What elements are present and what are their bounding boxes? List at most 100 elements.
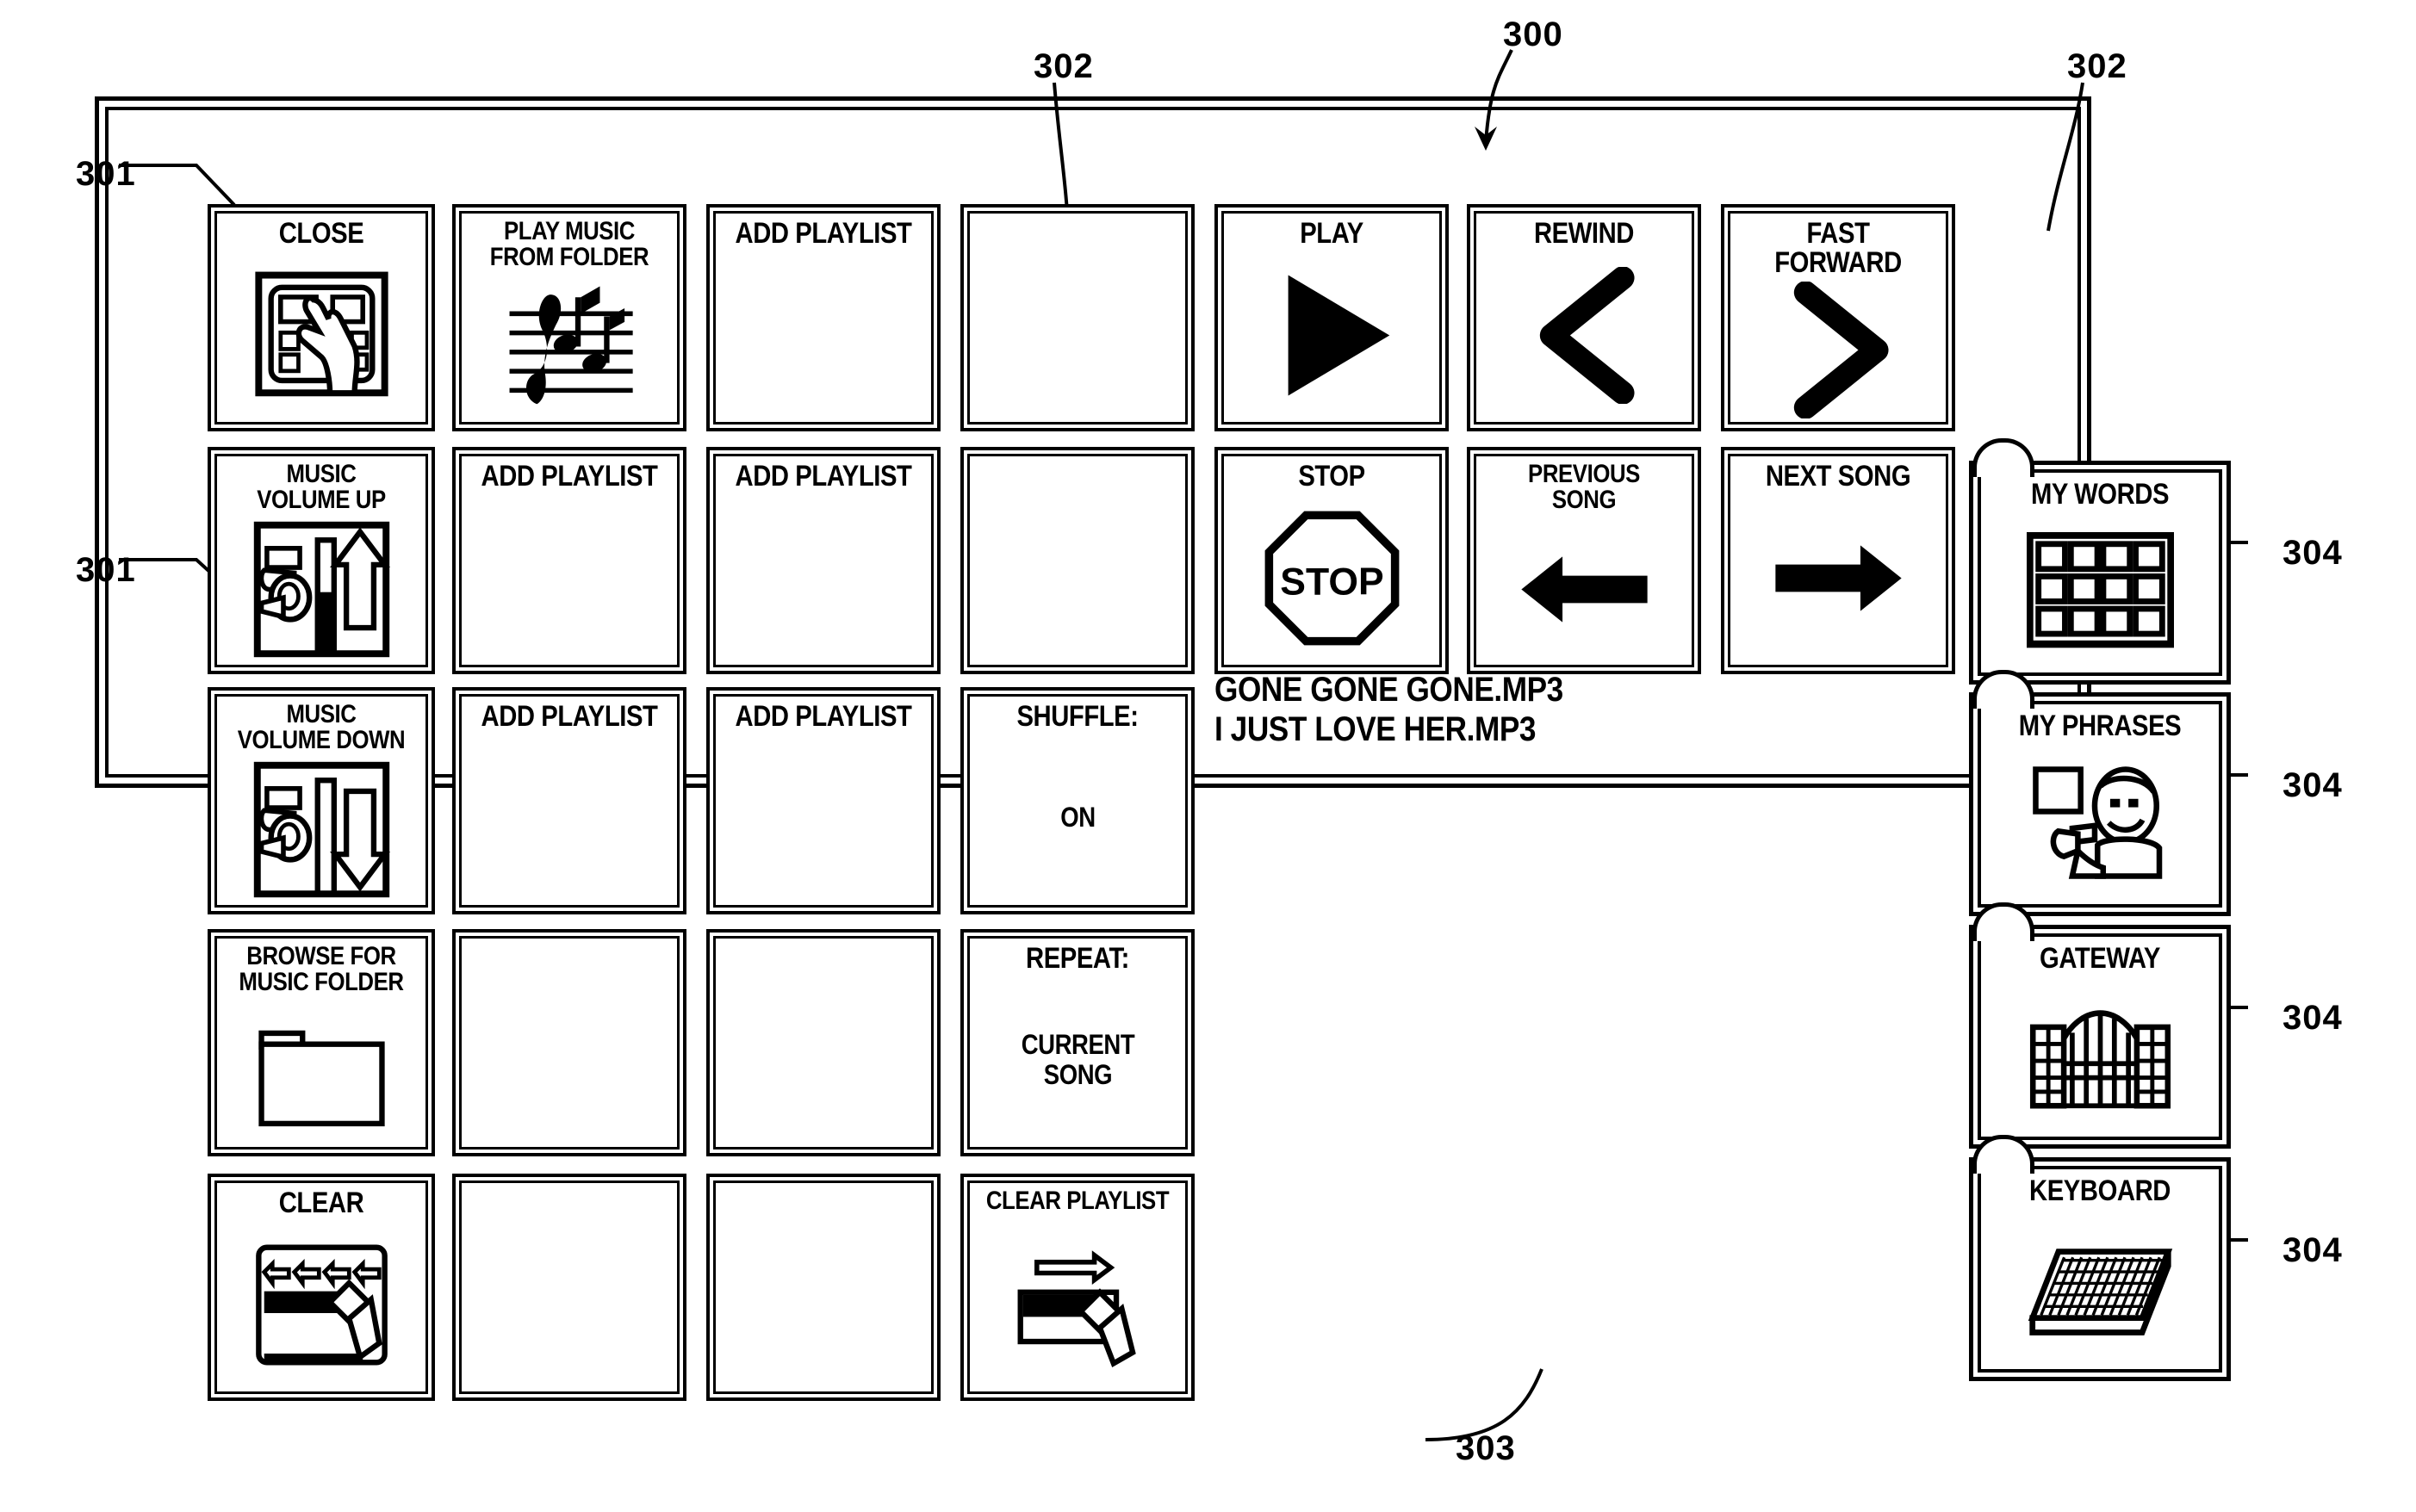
grid-cell-label: PLAY MUSIC FROM FOLDER xyxy=(489,217,649,271)
grid-cell-previous-song[interactable]: PREVIOUS SONG xyxy=(1467,447,1701,674)
svg-text:STOP: STOP xyxy=(1280,561,1383,603)
arrow-right-icon xyxy=(1774,544,1902,611)
grid-cell-label: MUSIC VOLUME UP xyxy=(257,460,386,514)
grid-cell-add-playlist[interactable]: ADD PLAYLIST xyxy=(452,447,686,674)
grid-cell-blank-r1-c4[interactable] xyxy=(960,204,1195,431)
side-tab-icon-wrap xyxy=(1981,509,2219,672)
volume-up-slider-icon xyxy=(253,521,390,657)
grid-cell-fast-forward[interactable]: FAST FORWARD xyxy=(1721,204,1955,431)
grid-cell-value: CURRENT SONG xyxy=(1021,1028,1134,1090)
grid-cell-label: REPEAT: xyxy=(1026,942,1129,975)
grid-cell-blank-r5-c3[interactable] xyxy=(706,1174,941,1401)
play-triangle-icon xyxy=(1288,275,1389,395)
tab-notch-shape xyxy=(1972,438,2034,477)
grid-cell-music-volume-up[interactable]: MUSIC VOLUME UP xyxy=(208,447,435,674)
grid-cell-next-song[interactable]: NEXT SONG xyxy=(1721,447,1955,674)
reference-numeral-304-6: 304 xyxy=(2282,766,2343,804)
side-tab-icon-wrap xyxy=(1981,973,2219,1137)
grid-cell-icon-wrap xyxy=(970,1214,1185,1391)
chevron-right-icon xyxy=(1793,281,1889,418)
grid-cell-icon-wrap xyxy=(1476,248,1692,422)
person-speaking-icon xyxy=(2032,765,2162,879)
chevron-left-icon xyxy=(1539,266,1635,404)
playlist-item[interactable]: GONE GONE GONE.MP3 xyxy=(1214,670,1563,710)
tab-body: GATEWAY xyxy=(1969,925,2231,1149)
grid-cell-label: ADD PLAYLIST xyxy=(481,460,658,493)
grid-cell-label: ADD PLAYLIST xyxy=(735,217,912,250)
grid-cell-icon-wrap xyxy=(1476,513,1692,665)
grid-cell-music-volume-down[interactable]: MUSIC VOLUME DOWN xyxy=(208,687,435,914)
reference-numeral-301-3: 301 xyxy=(76,155,136,193)
grid-cell-add-playlist[interactable]: ADD PLAYLIST xyxy=(706,687,941,914)
grid-cell-label: ADD PLAYLIST xyxy=(735,700,912,733)
stop-sign-icon: STOP xyxy=(1264,511,1399,645)
side-tab-label: MY PHRASES xyxy=(2018,710,2182,742)
grid-cell-repeat[interactable]: REPEAT: CURRENT SONG xyxy=(960,929,1195,1156)
grid-cell-label: ADD PLAYLIST xyxy=(481,700,658,733)
tab-notch-shape xyxy=(1972,902,2034,941)
grid-cell-label: NEXT SONG xyxy=(1765,460,1911,493)
tab-body: MY WORDS xyxy=(1969,461,2231,685)
reference-numeral-301-4: 301 xyxy=(76,551,136,589)
grid-cell-blank-r4-c2[interactable] xyxy=(452,929,686,1156)
side-tab-gateway[interactable]: GATEWAY xyxy=(1969,902,2231,1149)
grid-cell-label: STOP xyxy=(1298,460,1365,493)
grid-cell-play-music-from-folder[interactable]: PLAY MUSIC FROM FOLDER xyxy=(452,204,686,431)
side-tab-label: KEYBOARD xyxy=(2029,1174,2171,1207)
grid-cell-label: SHUFFLE: xyxy=(1016,700,1139,733)
grid-cell-add-playlist[interactable]: ADD PLAYLIST xyxy=(706,204,941,431)
grid-cell-clear[interactable]: CLEAR xyxy=(208,1174,435,1401)
eraser-forward-arrow-icon xyxy=(1017,1249,1136,1367)
tab-notch-shape xyxy=(1972,670,2034,709)
keyboard-icon xyxy=(2028,1248,2172,1335)
grid-cell-label: PREVIOUS SONG xyxy=(1528,460,1640,514)
reference-numeral-302-1: 302 xyxy=(1034,47,1094,85)
eraser-back-arrows-icon xyxy=(255,1244,388,1365)
grid-cell-label: BROWSE FOR MUSIC FOLDER xyxy=(239,942,404,996)
grid-cell-icon-wrap xyxy=(217,995,425,1147)
grid-cell-label: CLEAR xyxy=(278,1187,364,1219)
grid-cell-icon-wrap xyxy=(1224,248,1439,422)
music-staff-notes-icon xyxy=(509,286,633,404)
grid-cell-shuffle[interactable]: SHUFFLE: ON xyxy=(960,687,1195,914)
volume-down-slider-icon xyxy=(253,761,390,897)
grid-cell-label: MUSIC VOLUME DOWN xyxy=(237,700,406,754)
side-tab-icon-wrap xyxy=(1981,1205,2219,1369)
tab-body: KEYBOARD xyxy=(1969,1157,2231,1381)
grid-cell-blank-r2-c4[interactable] xyxy=(960,447,1195,674)
side-tab-icon-wrap xyxy=(1981,741,2219,904)
grid-cell-icon-wrap xyxy=(217,1218,425,1391)
grid-cell-value: ON xyxy=(1059,802,1096,833)
grid-cell-label: ADD PLAYLIST xyxy=(735,460,912,493)
grid-cell-icon-wrap xyxy=(462,270,677,422)
playlist-text-area[interactable]: GONE GONE GONE.MP3 I JUST LOVE HER.MP3 xyxy=(1214,670,1611,749)
reference-numeral-303-9: 303 xyxy=(1456,1429,1516,1467)
side-tab-my-phrases[interactable]: MY PHRASES xyxy=(1969,670,2231,916)
grid-cell-rewind[interactable]: REWIND xyxy=(1467,204,1701,431)
tab-body: MY PHRASES xyxy=(1969,692,2231,916)
grid-cell-icon-wrap xyxy=(217,248,425,422)
reference-numeral-302-2: 302 xyxy=(2067,47,2127,85)
grid-cell-icon-wrap: STOP xyxy=(1224,491,1439,665)
reference-numeral-304-7: 304 xyxy=(2282,999,2343,1037)
grid-cell-icon-wrap xyxy=(217,753,425,905)
iron-gate-icon xyxy=(2029,1009,2171,1108)
arrow-left-icon xyxy=(1520,555,1648,623)
grid-cell-blank-r4-c3[interactable] xyxy=(706,929,941,1156)
side-tab-my-words[interactable]: MY WORDS xyxy=(1969,438,2231,685)
grid-cell-stop[interactable]: STOP STOP xyxy=(1214,447,1449,674)
side-tab-keyboard[interactable]: KEYBOARD xyxy=(1969,1135,2231,1381)
grid-cell-label: PLAY xyxy=(1300,217,1363,250)
tab-notch-shape xyxy=(1972,1135,2034,1174)
grid-cell-blank-r5-c2[interactable] xyxy=(452,1174,686,1401)
grid-cell-add-playlist[interactable]: ADD PLAYLIST xyxy=(706,447,941,674)
grid-cell-clear-playlist[interactable]: CLEAR PLAYLIST xyxy=(960,1174,1195,1401)
grid-cell-close[interactable]: CLOSE xyxy=(208,204,435,431)
grid-cell-add-playlist[interactable]: ADD PLAYLIST xyxy=(452,687,686,914)
grid-cell-label: FAST FORWARD xyxy=(1774,217,1902,279)
grid-cell-browse-for-music-folder[interactable]: BROWSE FOR MUSIC FOLDER xyxy=(208,929,435,1156)
reference-numeral-300-0: 300 xyxy=(1503,15,1563,53)
grid-cell-label: CLEAR PLAYLIST xyxy=(985,1187,1170,1215)
grid-cell-play[interactable]: PLAY xyxy=(1214,204,1449,431)
playlist-item[interactable]: I JUST LOVE HER.MP3 xyxy=(1214,710,1563,749)
